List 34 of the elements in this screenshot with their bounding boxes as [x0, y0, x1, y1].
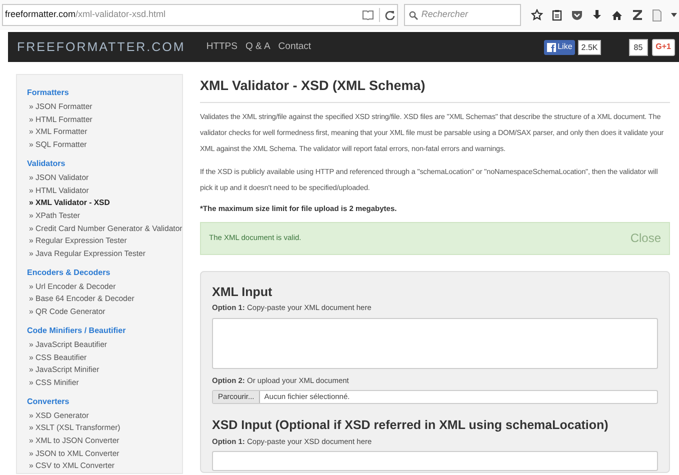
sidebar-heading: Encoders & Decoders — [27, 266, 112, 278]
pocket-icon[interactable] — [571, 10, 583, 20]
xml-input-field[interactable] — [212, 318, 658, 370]
site-logo[interactable]: FREEFORMATTER.COM — [17, 38, 186, 56]
reader-view-icon[interactable] — [362, 10, 374, 20]
address-field[interactable]: freeformatter.com/xml-validator-xsd.html — [2, 4, 398, 26]
section-heading: XSD Input (Optional if XSD referred in XML using schemaLocation) — [212, 417, 610, 434]
like-button[interactable]: Like — [544, 40, 576, 54]
z-icon[interactable] — [632, 9, 643, 21]
reload-icon[interactable] — [385, 10, 396, 20]
sidebar-heading: Formatters — [27, 87, 70, 98]
sidebar-heading: Validators — [27, 158, 66, 169]
plus-count: 85 — [628, 38, 648, 56]
sidebar-heading: Converters — [27, 396, 70, 407]
nav-link[interactable]: HTTPS — [206, 40, 238, 54]
page-title: XML Validator - XSD (XML Schema) — [200, 77, 426, 95]
search-icon — [409, 10, 418, 20]
search-placeholder: Rechercher — [421, 8, 468, 22]
home-icon[interactable] — [611, 10, 623, 20]
nav-link[interactable]: Q & A — [245, 40, 270, 54]
sidebar-heading: Code Minifiers / Beautifier — [27, 324, 127, 336]
xsd-input-field[interactable] — [212, 451, 658, 472]
like-count: 2.5K — [578, 40, 601, 54]
download-icon[interactable] — [592, 9, 602, 21]
url-text: freeformatter.com/xml-validator-xsd.html — [5, 8, 166, 22]
caret-icon[interactable] — [671, 13, 677, 17]
document-icon[interactable] — [652, 8, 662, 22]
facebook-icon — [546, 42, 556, 52]
star-icon[interactable] — [531, 9, 543, 21]
section-heading: XML Input — [212, 284, 274, 301]
search-field[interactable]: Rechercher — [404, 4, 521, 26]
clipboard-icon[interactable] — [552, 9, 562, 21]
plus-one-button[interactable]: G+1 — [652, 38, 675, 56]
nav-link[interactable]: Contact — [278, 40, 312, 54]
